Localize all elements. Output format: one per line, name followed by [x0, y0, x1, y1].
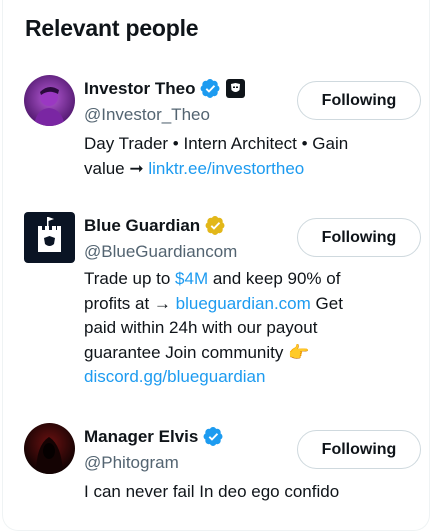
bio-text: I can never fail In deo ego confido — [84, 482, 340, 501]
following-button[interactable]: Following — [297, 218, 421, 257]
verified-gold-badge-icon — [205, 215, 226, 236]
avatar[interactable] — [24, 212, 75, 263]
bio-text: Day Trader • Intern Architect • Gain — [84, 134, 349, 153]
bio-text: value ➞ — [84, 158, 149, 178]
avatar[interactable] — [24, 423, 75, 474]
user-handle[interactable]: @Investor_Theo — [84, 105, 210, 125]
following-button[interactable]: Following — [297, 81, 421, 120]
bio-text: paid within 24h with our payout — [84, 318, 318, 337]
bio-link[interactable]: linktr.ee/investortheo — [148, 159, 304, 178]
display-name[interactable]: Investor Theo — [84, 79, 195, 99]
verified-badge-icon — [200, 78, 221, 99]
bio-text: guarantee Join community 👉 — [84, 342, 310, 362]
bio-text: Get — [310, 293, 343, 313]
bio-link[interactable]: discord.gg/blueguardian — [84, 367, 265, 386]
relevant-people-card: Relevant people Investor Theo @Investor_… — [2, 0, 430, 531]
display-name[interactable]: Blue Guardian — [84, 216, 200, 236]
bio: Day Trader • Intern Architect • Gain val… — [84, 132, 404, 181]
user-handle[interactable]: @Phitogram — [84, 453, 179, 473]
avatar[interactable] — [24, 75, 75, 126]
bio-text: profits at → — [84, 293, 176, 313]
user-handle[interactable]: @BlueGuardiancom — [84, 242, 237, 262]
section-title: Relevant people — [25, 15, 199, 41]
following-button[interactable]: Following — [297, 430, 421, 469]
bio-text: Trade up to — [84, 269, 176, 288]
shield-mask-icon[interactable] — [226, 79, 246, 98]
verified-badge-icon — [203, 426, 224, 447]
display-name[interactable]: Manager Elvis — [84, 427, 198, 447]
bio: Trade up to $4M and keep 90% of profits … — [84, 267, 404, 390]
bio-cashtag-link[interactable]: $4M — [175, 269, 208, 288]
bio-link[interactable]: blueguardian.com — [176, 294, 311, 313]
bio-text: and keep 90% of — [208, 269, 341, 288]
